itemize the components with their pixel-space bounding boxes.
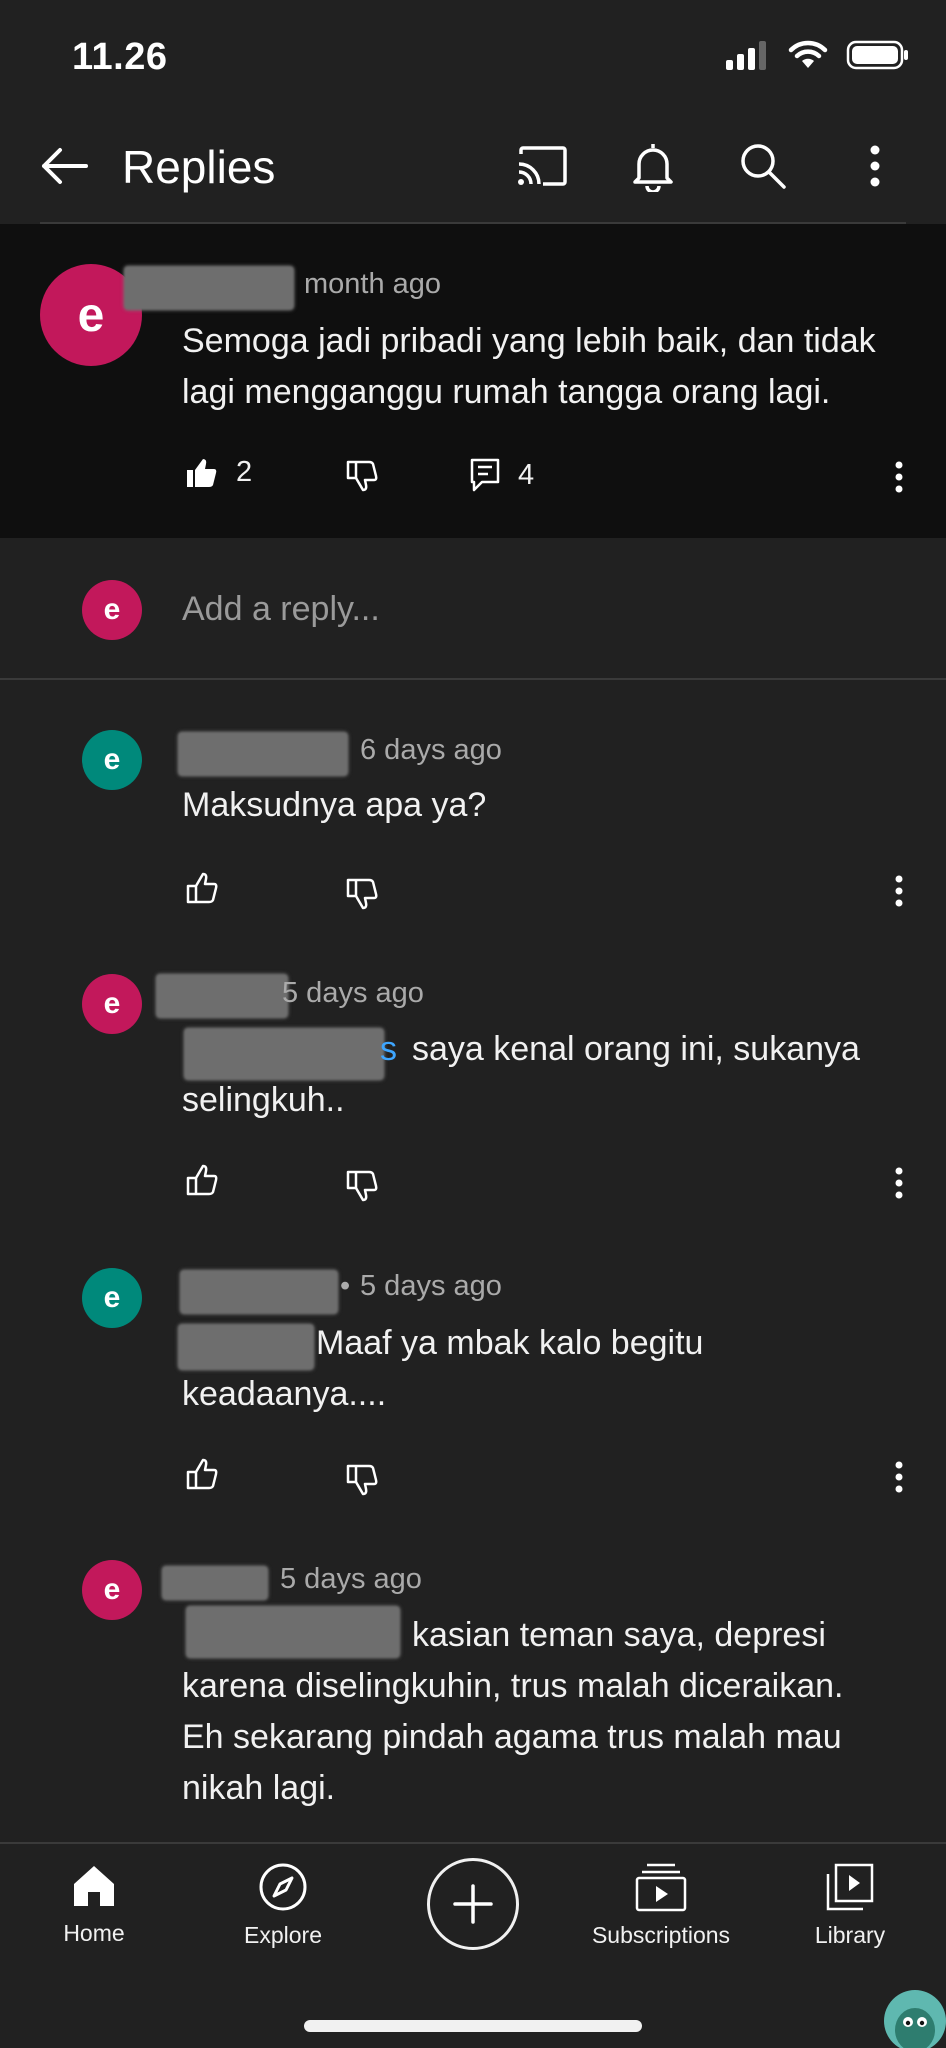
reply-timestamp: 5 days ago [360, 1270, 502, 1302]
comment-text-line: lagi mengganggu rumah tangga orang lagi. [182, 373, 831, 411]
search-icon [741, 144, 786, 189]
nav-home[interactable]: Home [4, 1862, 184, 1947]
redacted-mention [186, 1606, 400, 1658]
like-button[interactable] [186, 872, 220, 904]
account-avatar[interactable] [884, 1990, 946, 2048]
comment-menu-button[interactable] [894, 460, 904, 494]
nav-label: Subscriptions [591, 1922, 731, 1948]
reply-text: kasian teman saya, depresi [412, 1616, 826, 1654]
search-button[interactable] [733, 136, 793, 196]
more-options-button[interactable] [845, 136, 905, 196]
battery-icon [846, 40, 908, 70]
status-icons [726, 40, 910, 70]
redacted-username [178, 732, 348, 776]
page-title: Replies [122, 141, 276, 193]
redacted-username [156, 974, 288, 1018]
reply-text: karena diselingkuhin, trus malah dicerai… [182, 1667, 844, 1705]
dislike-button[interactable] [346, 1170, 380, 1202]
reply-input[interactable]: Add a reply... [182, 590, 380, 629]
avatar[interactable]: e [82, 730, 142, 790]
add-icon [453, 1884, 493, 1924]
thumb-down-icon [346, 460, 378, 492]
redacted-mention [178, 1324, 314, 1370]
avatar[interactable]: e [82, 1560, 142, 1620]
like-button[interactable] [186, 1164, 220, 1196]
more-vert-icon [895, 1461, 903, 1493]
compass-icon [259, 1863, 307, 1911]
comment-timestamp: month ago [304, 268, 442, 300]
add-reply-box[interactable]: e Add a reply... [0, 538, 946, 680]
arrow-back-icon [42, 148, 88, 184]
like-count: 2 [236, 456, 253, 488]
thumb-down-icon [346, 1170, 378, 1202]
reply-text: saya kenal orang ini, sukanya [412, 1030, 860, 1068]
status-time: 11.26 [72, 36, 168, 78]
signal-icon [726, 41, 766, 70]
home-indicator [304, 2020, 642, 2032]
reply-count: 4 [518, 458, 535, 491]
reply-text: keadaanya.... [182, 1375, 387, 1413]
thumb-up-icon [186, 1164, 218, 1196]
more-vert-icon [895, 875, 903, 907]
notifications-button[interactable] [623, 136, 683, 196]
bottom-nav: Home Explore Subscriptions Library [0, 1842, 946, 2048]
comment-text-line: Semoga jadi pribadi yang lebih baik, dan… [182, 322, 876, 360]
thumb-up-icon [186, 1458, 218, 1490]
thumb-down-icon [346, 878, 378, 910]
reply-text: Eh sekarang pindah agama trus malah mau [182, 1718, 842, 1756]
parent-comment: e month ago Semoga jadi pribadi yang leb… [0, 224, 946, 538]
nav-library[interactable]: Library [760, 1862, 940, 1949]
bell-icon [633, 144, 673, 192]
reply-text: Maaf ya mbak kalo begitu [316, 1324, 704, 1362]
mention-link[interactable]: s [380, 1024, 397, 1075]
nav-subscriptions[interactable]: Subscriptions [571, 1862, 751, 1949]
more-vert-icon [870, 145, 880, 187]
meta-separator: • [340, 1270, 351, 1302]
library-icon [826, 1863, 874, 1911]
thumb-down-icon [346, 1464, 378, 1496]
back-button[interactable] [34, 136, 94, 196]
like-button[interactable]: 2 [186, 456, 252, 489]
subscriptions-icon [635, 1863, 687, 1912]
reply-count-button[interactable]: 4 [470, 458, 534, 492]
nav-label: Home [63, 1920, 125, 1946]
reply-text: Maksudnya apa ya? [182, 786, 487, 824]
dislike-button[interactable] [346, 1464, 380, 1496]
cast-icon [518, 146, 567, 186]
account-avatar-icon [895, 2008, 935, 2048]
home-icon [74, 1866, 114, 1906]
wifi-icon [788, 40, 828, 68]
cast-button[interactable] [512, 136, 572, 196]
redacted-username [180, 1270, 338, 1314]
dislike-button[interactable] [346, 460, 380, 492]
thumb-up-filled-icon [187, 458, 217, 487]
avatar[interactable]: e [82, 974, 142, 1034]
redacted-mention [184, 1028, 384, 1080]
app-bar: Replies [0, 110, 946, 222]
reply-timestamp: 5 days ago [282, 977, 424, 1009]
status-bar: 11.26 [0, 0, 946, 110]
reply-timestamp: 5 days ago [280, 1563, 422, 1595]
comment-icon [470, 458, 500, 492]
avatar: e [82, 580, 142, 640]
nav-label: Library [814, 1922, 886, 1948]
more-vert-icon [895, 1167, 903, 1199]
nav-label: Explore [244, 1922, 322, 1948]
create-button[interactable] [427, 1858, 519, 1950]
thumb-up-icon [186, 872, 218, 904]
reply-text: selingkuh.. [182, 1081, 345, 1119]
nav-explore[interactable]: Explore [193, 1862, 373, 1949]
avatar[interactable]: e [82, 1268, 142, 1328]
like-button[interactable] [186, 1458, 220, 1490]
reply-timestamp: 6 days ago [360, 734, 502, 766]
more-vert-icon [895, 461, 903, 493]
reply-text: nikah lagi. [182, 1769, 336, 1807]
comment-menu-button[interactable] [894, 1460, 904, 1494]
redacted-username [162, 1566, 268, 1600]
comment-menu-button[interactable] [894, 874, 904, 908]
comment-menu-button[interactable] [894, 1166, 904, 1200]
redacted-username [124, 266, 294, 310]
dislike-button[interactable] [346, 878, 380, 910]
